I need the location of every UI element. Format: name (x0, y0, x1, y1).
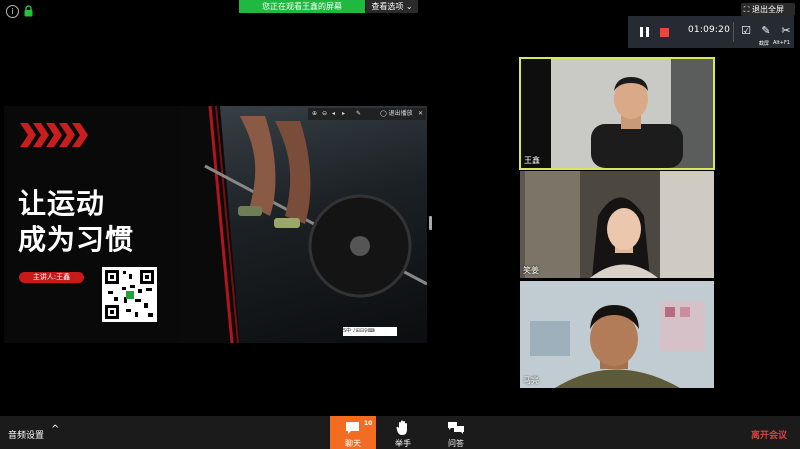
chat-label: 聊天 (345, 439, 361, 448)
shared-screen[interactable]: 让运动 成为习惯 主讲人:王鑫 ⊕ ⊖ ◂ ▸ ✎ ◯ 退出播放 ✕ S中ᐧ♪⊞… (4, 106, 427, 343)
audio-settings-button[interactable]: 音频设置 (8, 428, 44, 441)
zoom-in-icon[interactable]: ⊕ (312, 108, 317, 120)
info-icon[interactable]: i (6, 5, 19, 18)
stop-icon[interactable] (660, 28, 669, 37)
ime-toolbar[interactable]: S中ᐧ♪⊞⊟♀⌨ (343, 327, 397, 336)
shortcut-label: Alt+F1 (773, 40, 791, 46)
qa-label: 问答 (448, 439, 464, 448)
recording-toolbar: 01:09:20 ☑ ✎ ✂ 截屏 Alt+F1 (628, 16, 794, 48)
qr-code (102, 267, 157, 322)
recording-timer: 01:09:20 (688, 25, 731, 35)
meeting-controls-bar: 音频设置 ^ 10 聊天 举手 问答 离开会议 (0, 416, 800, 449)
leave-meeting-button[interactable]: 离开会议 (751, 428, 787, 441)
chat-button[interactable]: 10 聊天 (330, 416, 376, 449)
video-tile-wangxin[interactable]: 王鑫 (519, 57, 715, 170)
raise-hand-label: 举手 (395, 439, 411, 448)
decor-chevrons (20, 123, 88, 147)
barbell-photo (180, 106, 427, 343)
lock-icon[interactable] (24, 5, 33, 17)
presenter-label: 主讲人:王鑫 (19, 272, 84, 283)
exit-fullscreen-icon: ⛶ (743, 5, 750, 14)
chevron-up-icon[interactable]: ^ (51, 424, 59, 435)
participant-name: 王鑫 (524, 156, 540, 165)
prev-page-icon[interactable]: ◂ (332, 108, 335, 120)
chat-unread-badge: 10 (364, 420, 373, 427)
exit-playback-button[interactable]: ◯ 退出播放 (380, 108, 413, 120)
zoom-out-icon[interactable]: ⊖ (322, 108, 327, 120)
pointer-icon[interactable]: ✎ (356, 108, 361, 120)
view-options-dropdown[interactable]: 查看选项 ⌄ (366, 0, 418, 13)
panel-resize-handle[interactable] (429, 216, 432, 230)
pen-icon[interactable]: ✎ (759, 24, 773, 38)
video-tile-maliang[interactable]: 马亮 (520, 281, 714, 388)
screen-share-banner: 您正在观看王鑫的屏幕 (239, 0, 365, 13)
screenshot-label: 截屏 (759, 41, 770, 47)
chat-icon (346, 422, 359, 434)
slide-playback-toolbar: ⊕ ⊖ ◂ ▸ ✎ ◯ 退出播放 ✕ (308, 108, 426, 120)
qa-icon (448, 422, 464, 434)
exit-fullscreen-label: 退出全屏 (752, 5, 784, 14)
raise-hand-button[interactable]: 举手 (383, 416, 423, 449)
video-tile-xiaojiang[interactable]: 笑姜 (520, 171, 714, 278)
participant-name: 马亮 (523, 376, 539, 385)
exit-fullscreen-button[interactable]: ⛶ 退出全屏 (741, 3, 795, 16)
next-page-icon[interactable]: ▸ (342, 108, 345, 120)
scissors-icon[interactable]: ✂ (779, 24, 793, 38)
slide-headline-line1: 让运动 (18, 187, 106, 220)
toolbar-divider (733, 22, 734, 42)
close-icon[interactable]: ✕ (418, 108, 423, 120)
hand-icon (396, 420, 407, 435)
slide-headline-line2: 成为习惯 (18, 223, 135, 256)
annotate-icon[interactable]: ☑ (739, 24, 753, 38)
pause-icon[interactable] (640, 27, 649, 37)
qa-button[interactable]: 问答 (436, 416, 476, 449)
participant-name: 笑姜 (523, 266, 539, 275)
